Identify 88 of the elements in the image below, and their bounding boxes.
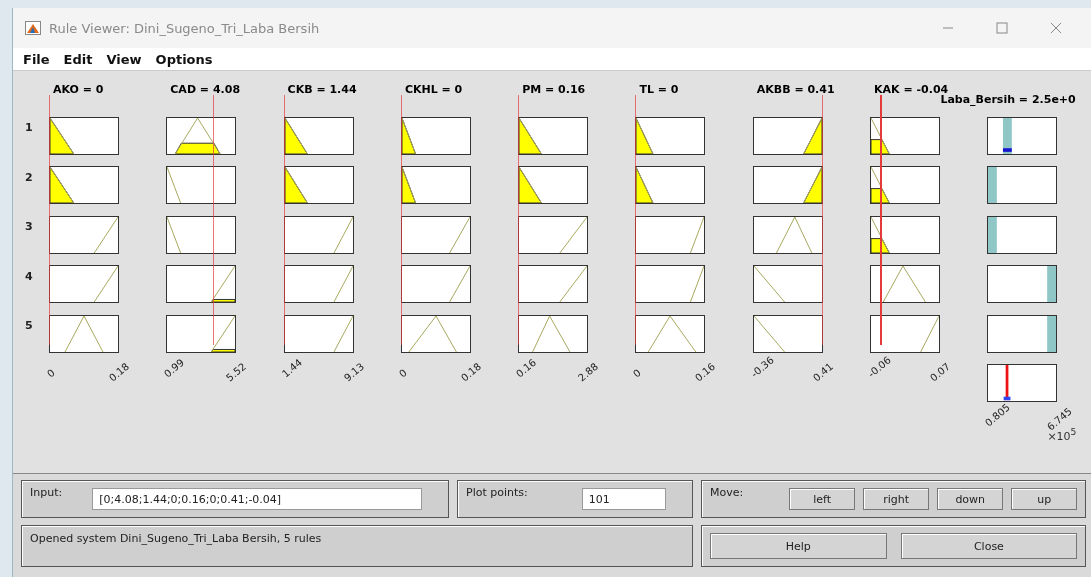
- membership-plot[interactable]: [870, 314, 941, 353]
- membership-plot[interactable]: [49, 314, 119, 353]
- membership-plot[interactable]: [752, 265, 823, 303]
- input-value-line[interactable]: [821, 95, 823, 345]
- membership-plot[interactable]: [635, 215, 706, 254]
- rule-number: 4: [25, 268, 34, 285]
- move-button[interactable]: right: [863, 488, 930, 510]
- axis-min-label: 0: [45, 366, 57, 379]
- membership-plot[interactable]: [283, 116, 354, 155]
- input-variable-label: AKO = 0: [53, 83, 104, 96]
- input-variable-label: PM = 0.16: [522, 83, 586, 96]
- membership-plot[interactable]: [752, 166, 823, 204]
- membership-plot[interactable]: [166, 314, 237, 353]
- rule-number: 1: [25, 120, 34, 136]
- axis-min-label: 0: [396, 366, 409, 379]
- rule-number: 5: [25, 318, 34, 334]
- input-value-line[interactable]: [635, 95, 637, 345]
- input-variable-label: CKHL = 0: [404, 83, 463, 96]
- membership-plot[interactable]: [166, 166, 237, 204]
- membership-plot[interactable]: [518, 215, 589, 254]
- input-variable-label: AKBB = 0.41: [756, 83, 835, 96]
- rule-number: 3: [25, 219, 34, 235]
- membership-plot[interactable]: [870, 116, 941, 155]
- membership-plot[interactable]: [283, 166, 354, 204]
- membership-plot[interactable]: [49, 265, 119, 303]
- move-button[interactable]: up: [1011, 488, 1078, 510]
- input-value-line[interactable]: [283, 95, 285, 345]
- membership-plot[interactable]: [166, 265, 237, 303]
- membership-plot[interactable]: [518, 265, 589, 303]
- plot-points-field[interactable]: 101: [581, 488, 666, 510]
- action-button[interactable]: Help: [710, 533, 887, 559]
- input-label: Input:: [30, 486, 63, 499]
- membership-plot[interactable]: [870, 166, 941, 204]
- output-plot: [987, 314, 1058, 353]
- input-value-line[interactable]: [880, 95, 883, 345]
- membership-plot[interactable]: [635, 314, 706, 353]
- output-plot: [987, 215, 1058, 254]
- membership-plot[interactable]: [635, 265, 706, 303]
- output-plot: [987, 265, 1058, 303]
- membership-plot[interactable]: [870, 265, 941, 303]
- move-button[interactable]: down: [937, 488, 1004, 510]
- menu-item[interactable]: View: [106, 51, 142, 67]
- membership-plot[interactable]: [49, 116, 119, 155]
- output-plot: [987, 166, 1058, 204]
- membership-plot[interactable]: [283, 265, 354, 303]
- membership-plot[interactable]: [49, 166, 119, 204]
- membership-plot[interactable]: [752, 116, 823, 155]
- input-value-line[interactable]: [49, 95, 50, 345]
- membership-plot[interactable]: [283, 215, 354, 254]
- window-title: Rule Viewer: Dini_Sugeno_Tri_Laba Bersih: [49, 20, 321, 36]
- membership-plot[interactable]: [518, 314, 589, 353]
- menu-item[interactable]: File: [23, 51, 50, 67]
- membership-plot[interactable]: [166, 215, 237, 254]
- move-label: Move:: [710, 486, 744, 499]
- menu-item[interactable]: Options: [155, 51, 213, 67]
- move-button[interactable]: left: [789, 488, 856, 510]
- rule-number: 2: [25, 169, 34, 186]
- membership-plot[interactable]: [752, 314, 823, 353]
- membership-plot[interactable]: [400, 215, 471, 254]
- input-variable-label: CAD = 4.08: [170, 83, 241, 96]
- membership-plot[interactable]: [635, 166, 706, 204]
- output-plot: [987, 116, 1058, 155]
- axis-min-label: 0: [631, 366, 644, 379]
- membership-plot[interactable]: [49, 215, 119, 254]
- input-value-line[interactable]: [518, 95, 520, 345]
- membership-plot[interactable]: [752, 215, 823, 254]
- membership-plot[interactable]: [166, 116, 237, 155]
- action-button[interactable]: Close: [900, 533, 1078, 559]
- membership-plot[interactable]: [400, 166, 471, 204]
- input-field[interactable]: [0;4.08;1.44;0;0.16;0;0.41;-0.04]: [92, 488, 423, 510]
- input-value-line[interactable]: [212, 95, 214, 345]
- menu-item[interactable]: Edit: [63, 51, 93, 67]
- input-value-line[interactable]: [400, 95, 402, 345]
- app-icon: [25, 21, 41, 35]
- membership-plot[interactable]: [400, 314, 471, 353]
- membership-plot[interactable]: [870, 215, 941, 254]
- membership-plot[interactable]: [518, 116, 589, 155]
- membership-plot[interactable]: [635, 116, 706, 155]
- status-text: Opened system Dini_Sugeno_Tri_Laba Bersih, 5 rules: [30, 532, 322, 545]
- membership-plot[interactable]: [400, 265, 471, 303]
- axis-max-label: 0.41: [810, 360, 835, 383]
- input-variable-label: TL = 0: [639, 83, 679, 96]
- membership-plot[interactable]: [518, 166, 589, 204]
- membership-plot[interactable]: [400, 116, 471, 155]
- membership-plot[interactable]: [283, 314, 354, 353]
- aggregate-output-plot: [987, 364, 1058, 402]
- input-variable-label: CKB = 1.44: [287, 83, 357, 96]
- plot-points-label: Plot points:: [466, 486, 528, 499]
